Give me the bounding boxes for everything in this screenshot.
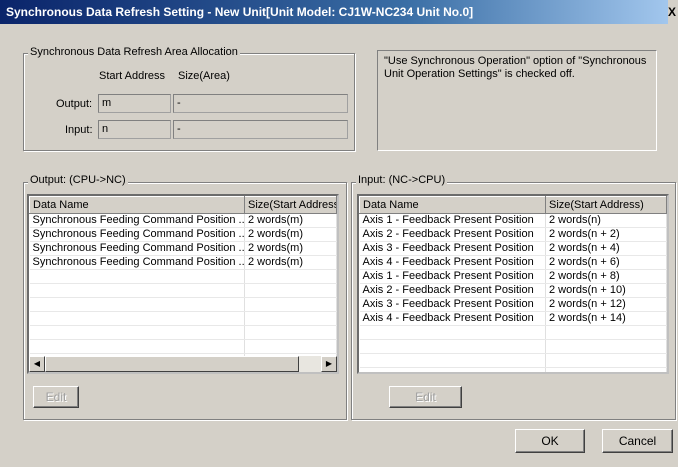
table-row[interactable]: Axis 3 - Feedback Present Position 2 word… [359,241,667,256]
cell-data-name [29,311,245,326]
cell-data-name [29,283,245,298]
output-col-data-name[interactable]: Data Name [29,196,245,214]
output-group-label: Output: (CPU->NC) [28,174,128,186]
cell-size [244,297,337,312]
ok-button[interactable]: OK [515,429,585,453]
cancel-button[interactable]: Cancel [602,429,673,453]
scroll-left-arrow-icon[interactable]: ◀ [29,356,45,372]
table-row[interactable]: Synchronous Feeding Command Position ...… [29,241,337,256]
table-row[interactable] [29,339,337,354]
cell-size [545,339,667,354]
input-table: Data Name Size(Start Address) Axis 1 - F… [359,196,667,372]
info-message: "Use Synchronous Operation" option of "S… [377,50,657,151]
cell-data-name: Synchronous Feeding Command Position ... [29,213,245,228]
cell-data-name [29,269,245,284]
close-icon[interactable]: X [668,0,678,24]
cell-size: 2 words(n + 14) [545,311,667,326]
cell-size: 2 words(m) [244,241,337,256]
input-table-header: Data Name Size(Start Address) [359,196,667,214]
cell-size [545,353,667,368]
table-row[interactable] [359,367,667,372]
input-col-data-name[interactable]: Data Name [359,196,546,214]
cell-data-name: Synchronous Feeding Command Position ... [29,255,245,270]
table-row[interactable]: Axis 2 - Feedback Present Position 2 word… [359,227,667,242]
cell-size: 2 words(n) [545,213,667,228]
cell-size: 2 words(n + 10) [545,283,667,298]
table-row[interactable] [359,339,667,354]
cell-data-name [29,297,245,312]
table-row[interactable] [29,311,337,326]
table-row[interactable] [29,283,337,298]
cell-data-name: Axis 3 - Feedback Present Position [359,241,546,256]
cell-size: 2 words(n + 6) [545,255,667,270]
table-row[interactable]: Axis 4 - Feedback Present Position 2 word… [359,311,667,326]
cell-size [244,311,337,326]
cell-data-name: Synchronous Feeding Command Position ... [29,241,245,256]
table-row[interactable] [29,269,337,284]
cell-size: 2 words(n + 2) [545,227,667,242]
output-label: Output: [56,98,93,110]
table-row[interactable] [29,297,337,312]
cell-size [244,283,337,298]
output-list[interactable]: Data Name Size(Start Address Synchronous… [27,194,339,374]
output-size-field: - [173,94,348,113]
cell-size: 2 words(n + 4) [545,241,667,256]
cell-size: 2 words(m) [244,255,337,270]
table-row[interactable]: Axis 2 - Feedback Present Position 2 word… [359,283,667,298]
cell-data-name [29,339,245,354]
window-title-bar: Synchronous Data Refresh Setting - New U… [0,0,678,24]
cell-data-name: Axis 2 - Feedback Present Position [359,227,546,242]
input-edit-button[interactable]: Edit [389,386,462,408]
output-edit-button[interactable]: Edit [33,386,79,408]
input-col-size[interactable]: Size(Start Address) [545,196,667,214]
cell-data-name: Axis 1 - Feedback Present Position [359,269,546,284]
table-row[interactable]: Axis 1 - Feedback Present Position 2 word… [359,213,667,228]
table-row[interactable] [359,353,667,368]
cell-data-name: Axis 4 - Feedback Present Position [359,255,546,270]
output-table-header: Data Name Size(Start Address [29,196,337,214]
input-size-field: - [173,120,348,139]
cell-data-name: Synchronous Feeding Command Position ... [29,227,245,242]
cell-data-name: Axis 4 - Feedback Present Position [359,311,546,326]
cell-size [244,339,337,354]
table-row[interactable] [359,325,667,340]
output-col-size[interactable]: Size(Start Address [244,196,337,214]
cell-size: 2 words(m) [244,227,337,242]
table-row[interactable]: Axis 1 - Feedback Present Position 2 word… [359,269,667,284]
output-table: Data Name Size(Start Address Synchronous… [29,196,337,372]
start-address-header: Start Address [99,70,166,82]
cell-size [244,269,337,284]
cell-size: 2 words(n + 8) [545,269,667,284]
input-start-address-field: n [98,120,171,139]
scroll-thumb[interactable] [45,356,299,372]
input-label: Input: [65,124,93,136]
scroll-right-arrow-icon[interactable]: ▶ [321,356,337,372]
cell-data-name [359,339,546,354]
input-group-label: Input: (NC->CPU) [356,174,448,186]
cell-size [244,325,337,340]
cell-size: 2 words(n + 12) [545,297,667,312]
table-row[interactable]: Synchronous Feeding Command Position ...… [29,227,337,242]
table-row[interactable]: Axis 3 - Feedback Present Position 2 word… [359,297,667,312]
cell-data-name [359,325,546,340]
table-row[interactable]: Synchronous Feeding Command Position ...… [29,213,337,228]
output-start-address-field: m [98,94,171,113]
cell-data-name: Axis 2 - Feedback Present Position [359,283,546,298]
cell-size [545,325,667,340]
input-list[interactable]: Data Name Size(Start Address) Axis 1 - F… [357,194,669,374]
cell-data-name: Axis 3 - Feedback Present Position [359,297,546,312]
cell-data-name [29,325,245,340]
cell-data-name: Axis 1 - Feedback Present Position [359,213,546,228]
table-row[interactable]: Axis 4 - Feedback Present Position 2 word… [359,255,667,270]
window-title: Synchronous Data Refresh Setting - New U… [6,5,474,19]
cell-size [545,367,667,372]
cell-data-name [359,353,546,368]
output-horizontal-scrollbar[interactable]: ◀ ▶ [29,356,337,372]
table-row[interactable] [29,325,337,340]
size-area-header: Size(Area) [178,70,230,82]
allocation-group-label: Synchronous Data Refresh Area Allocation [28,46,240,58]
cell-size: 2 words(m) [244,213,337,228]
table-row[interactable]: Synchronous Feeding Command Position ...… [29,255,337,270]
cell-data-name [359,367,546,372]
